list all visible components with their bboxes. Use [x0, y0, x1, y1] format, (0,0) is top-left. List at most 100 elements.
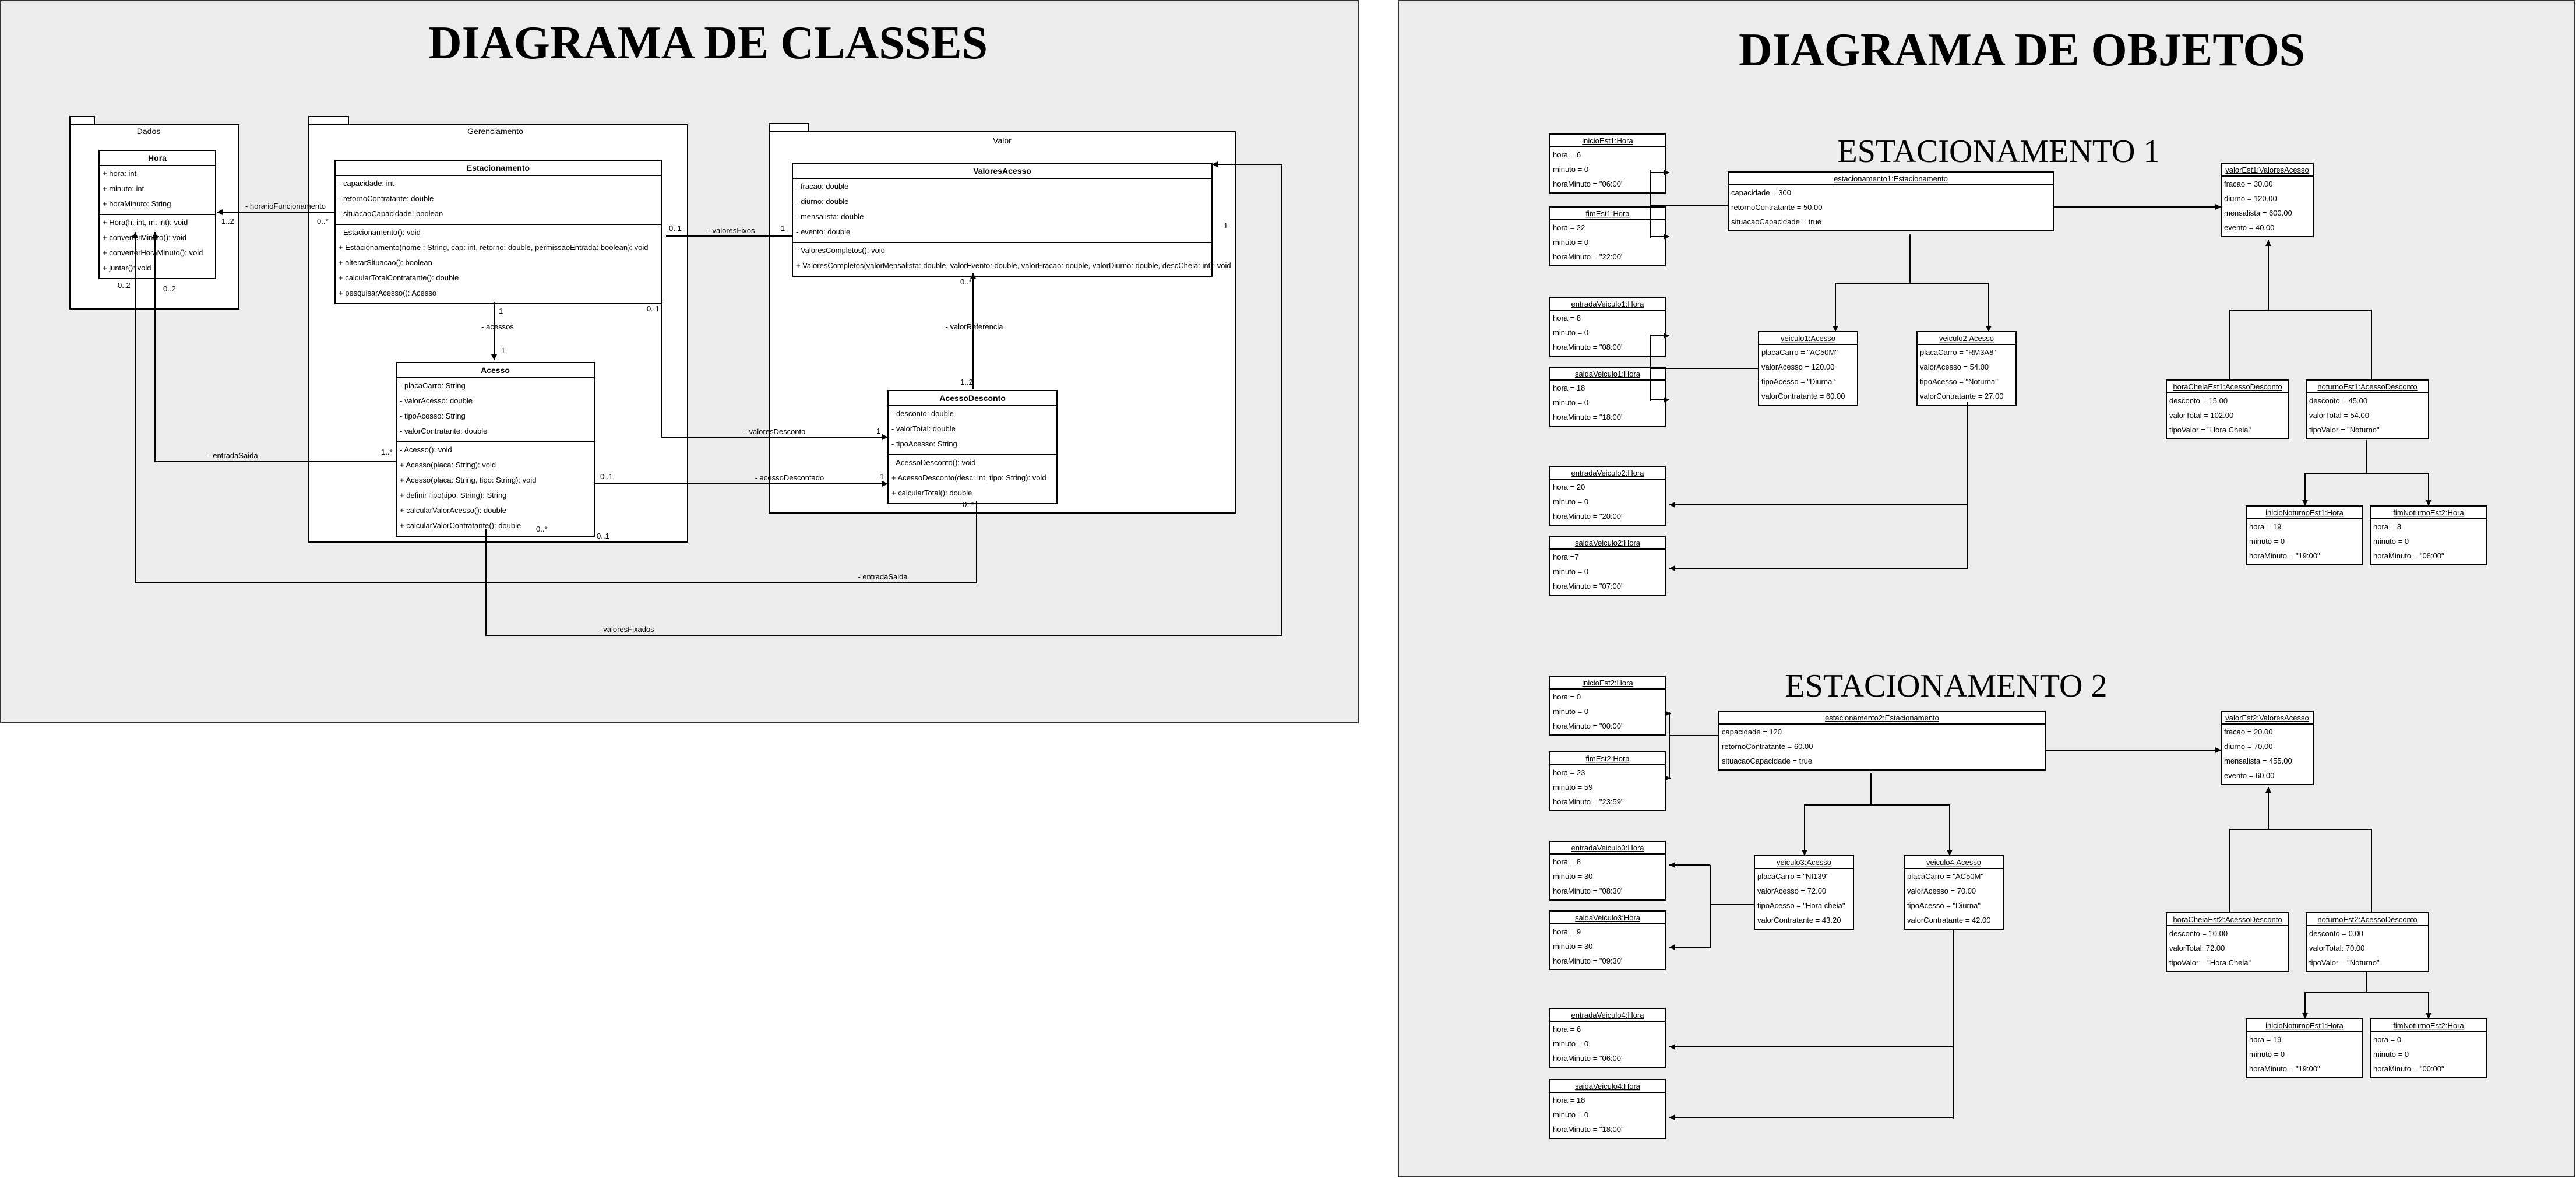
est2-heading: ESTACIONAMENTO 2 [1785, 668, 2108, 704]
object-fimNot2-name: fimNoturnoEst2:Hora [2393, 1021, 2464, 1030]
multiplicity: 0..1 [600, 472, 613, 481]
object-slot: valorContratante = 42.00 [1907, 916, 1990, 924]
object-slot: minuto = 0 [1553, 328, 1588, 337]
class-operation: + juntar(): void [103, 263, 151, 272]
object-slot: minuto = 0 [1553, 1039, 1588, 1048]
object-slot: hora = 0 [2373, 1035, 2401, 1044]
class-operation: + Estacionamento(nome : String, cap: int… [339, 243, 649, 252]
object-slot: horaMinuto = "00:00" [2373, 1064, 2444, 1073]
class-attribute: - desconto: double [891, 409, 954, 418]
class-attribute: - valorTotal: double [891, 424, 956, 433]
object-slot: hora = 0 [1553, 692, 1581, 701]
object-slot: minuto = 0 [2249, 1050, 2285, 1059]
object-inicioNot2-name: inicioNoturnoEst1:Hora [2265, 1021, 2344, 1030]
object-slot: horaMinuto = "09:30" [1553, 957, 1624, 965]
object-slot: horaMinuto = "06:00" [1553, 180, 1624, 188]
object-noturnoEst2: noturnoEst2:AcessoDesconto desconto = 0.0… [2306, 912, 2429, 972]
object-slot: desconto = 0.00 [2309, 929, 2363, 938]
multiplicity: 1 [876, 427, 880, 435]
object-inicioEst2-name: inicioEst2:Hora [1582, 678, 1633, 687]
object-slot: valorAcesso = 70.00 [1907, 887, 1976, 895]
association-label: - horarioFuncionamento [245, 202, 326, 210]
object-slot: minuto = 0 [2373, 1050, 2409, 1059]
object-veiculo3-name: veiculo3:Acesso [1777, 858, 1831, 867]
multiplicity: 0..* [317, 217, 329, 226]
object-veiculo4-name: veiculo4:Acesso [1926, 858, 1981, 867]
object-inicioEst1-name: inicioEst1:Hora [1582, 136, 1633, 145]
object-slot: placaCarro = "AC50M" [1907, 872, 1983, 881]
object-slot: valorContratante = 60.00 [1761, 392, 1845, 400]
object-entradaV1: entradaVeiculo1:Hora hora = 8 minuto = 0 ho… [1549, 297, 1666, 357]
class-attribute: - situacaoCapacidade: boolean [339, 209, 443, 218]
object-slot: minuto = 0 [1553, 238, 1588, 247]
object-slot: desconto = 15.00 [2169, 396, 2228, 405]
object-slot: valorAcesso = 54.00 [1920, 363, 1989, 371]
object-slot: minuto = 59 [1553, 783, 1592, 792]
object-est2-name: estacionamento2:Estacionamento [1825, 713, 1939, 722]
object-slot: minuto = 0 [1553, 497, 1588, 506]
object-slot: retornoContratante = 60.00 [1722, 742, 1813, 751]
object-slot: horaMinuto = "08:00" [1553, 343, 1624, 351]
multiplicity: 1 [501, 346, 505, 355]
class-operation: + pesquisarAcesso(): Acesso [339, 289, 436, 297]
object-slot: hora = 8 [1553, 857, 1581, 866]
object-horaCheiaEst2-name: horaCheiaEst2:AcessoDesconto [2173, 915, 2282, 924]
object-entradaV2-name: entradaVeiculo2:Hora [1571, 469, 1644, 477]
object-slot: horaMinuto = "08:30" [1553, 887, 1624, 895]
multiplicity: 0..* [963, 500, 974, 509]
class-operation: + alterarSituacao(): boolean [339, 258, 432, 267]
object-slot: horaMinuto = "18:00" [1553, 1125, 1624, 1134]
object-slot: situacaoCapacidade = true [1722, 757, 1812, 765]
object-slot: placaCarro = "RM3A8" [1920, 348, 1996, 357]
object-slot: minuto = 0 [2249, 537, 2285, 546]
object-noturnoEst1-name: noturnoEst1:AcessoDesconto [2317, 382, 2417, 391]
multiplicity: 1..* [381, 448, 393, 456]
object-slot: valorTotal = 102.00 [2169, 411, 2233, 420]
object-slot: horaMinuto = "06:00" [1553, 1054, 1624, 1063]
object-slot: horaMinuto = "07:00" [1553, 582, 1624, 590]
object-slot: hora = 19 [2249, 522, 2281, 531]
multiplicity: 1 [1224, 221, 1228, 230]
object-veiculo1: veiculo1:Acesso placaCarro = "AC50M" valor… [1758, 331, 1858, 406]
object-slot: evento = 40.00 [2224, 223, 2274, 232]
class-operation: + ValoresCompletos(valorMensalista: doub… [796, 261, 1231, 270]
object-valorEst1-name: valorEst1:ValoresAcesso [2225, 166, 2309, 174]
object-diagram-title: DIAGRAMA DE OBJETOS [1739, 24, 2305, 76]
object-slot: tipoAcesso = "Hora cheia" [1757, 901, 1845, 910]
object-slot: minuto = 0 [1553, 398, 1588, 407]
object-slot: horaMinuto = "08:00" [2373, 551, 2444, 560]
object-inicioNot1-name: inicioNoturnoEst1:Hora [2265, 508, 2344, 517]
class-hora: Hora + hora: int + minuto: int + horaMinuto… [98, 150, 216, 279]
object-valorEst2: valorEst2:ValoresAcesso fracao = 20.00 diu… [2221, 711, 2314, 785]
object-veiculo3: veiculo3:Acesso placaCarro = "NI139" valor… [1754, 855, 1854, 930]
object-veiculo2-name: veiculo2:Acesso [1939, 334, 1994, 343]
class-acesso: Acesso - placaCarro: String - valorAcesso:… [396, 362, 595, 537]
class-diagram-title: DIAGRAMA DE CLASSES [428, 17, 988, 69]
object-noturnoEst2-name: noturnoEst2:AcessoDesconto [2317, 915, 2417, 924]
object-inicioNot2: inicioNoturnoEst1:Hora hora = 19 minuto = … [2246, 1018, 2363, 1078]
package-gerenciamento-label: Gerenciamento [467, 126, 523, 136]
object-saidaV3-name: saidaVeiculo3:Hora [1575, 913, 1641, 922]
object-slot: valorContratante = 43.20 [1757, 916, 1841, 924]
object-slot: tipoValor = "Hora Cheia" [2169, 426, 2251, 434]
multiplicity: 1 [499, 307, 503, 315]
object-fimEst1: fimEst1:Horahora = 22 minuto = 0 horaMinut… [1549, 206, 1666, 266]
object-slot: valorTotal = 54.00 [2309, 411, 2369, 420]
association-label: - acessos [481, 322, 514, 331]
object-slot: capacidade = 300 [1731, 188, 1791, 197]
class-valores-name: ValoresAcesso [973, 166, 1031, 175]
object-slot: valorAcesso = 120.00 [1761, 363, 1834, 371]
class-estacionamento-name: Estacionamento [467, 163, 530, 173]
object-slot: hora = 6 [1553, 1025, 1581, 1033]
object-slot: hora = 22 [1553, 223, 1585, 232]
object-valorEst1: valorEst1:ValoresAcesso fracao = 30.00 diu… [2221, 163, 2314, 237]
object-slot: minuto = 0 [1553, 1110, 1588, 1119]
object-horaCheiaEst1: horaCheiaEst1:AcessoDesconto desconto = 1… [2166, 379, 2289, 439]
class-attribute: - capacidade: int [339, 179, 394, 188]
object-fimEst2-name: fimEst2:Hora [1585, 754, 1630, 763]
object-slot: hora = 8 [1553, 314, 1581, 322]
multiplicity: 0..2 [163, 284, 176, 293]
object-slot: hora = 9 [1553, 927, 1581, 936]
object-slot: situacaoCapacidade = true [1731, 217, 1821, 226]
object-slot: fracao = 30.00 [2224, 180, 2272, 188]
